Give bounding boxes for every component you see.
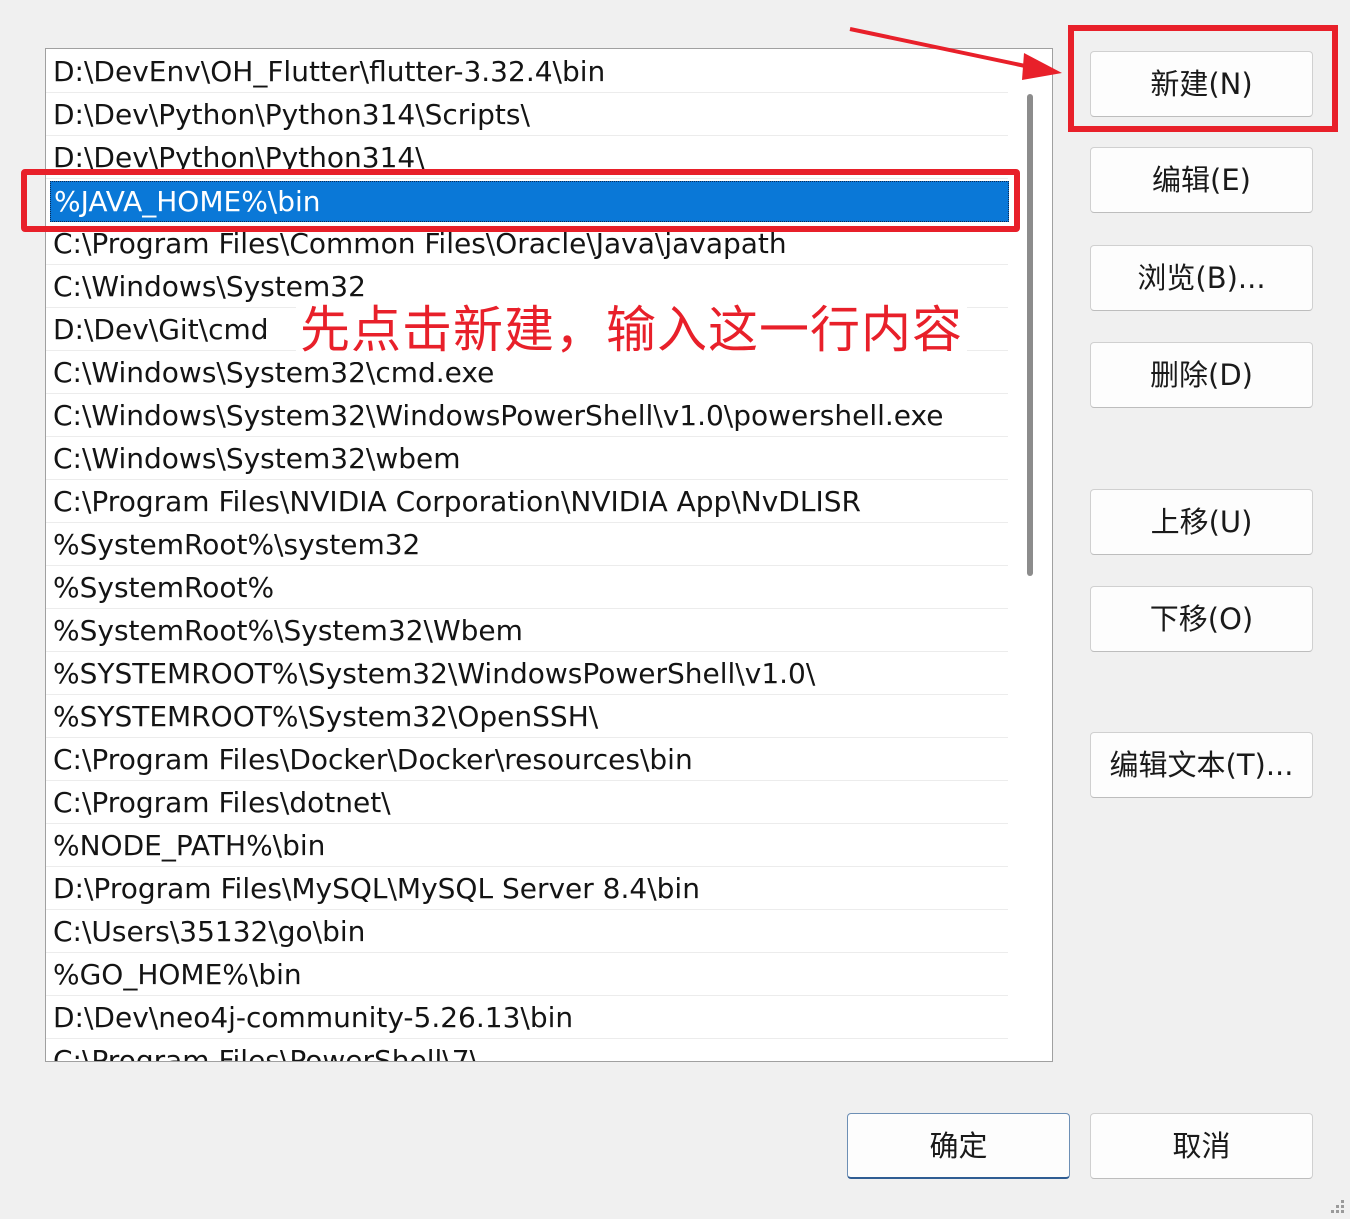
list-item[interactable]: C:\Program Files\NVIDIA Corporation\NVID… [46,480,1008,523]
list-item[interactable]: C:\Windows\System32\WindowsPowerShell\v1… [46,394,1008,437]
list-item-selected[interactable]: %JAVA_HOME%\bin [50,181,1009,222]
list-item[interactable]: %SystemRoot%\system32 [46,523,1008,566]
cancel-button[interactable]: 取消 [1090,1113,1313,1179]
annotation-text: 先点击新建，输入这一行内容 [296,298,967,362]
edit-button[interactable]: 编辑(E) [1090,147,1313,213]
list-item[interactable]: %GO_HOME%\bin [46,953,1008,996]
list-item[interactable]: %SYSTEMROOT%\System32\WindowsPowerShell\… [46,652,1008,695]
edit-text-button[interactable]: 编辑文本(T)... [1090,732,1313,798]
list-item[interactable]: C:\Windows\System32\wbem [46,437,1008,480]
move-up-button[interactable]: 上移(U) [1090,489,1313,555]
list-item[interactable]: D:\Program Files\MySQL\MySQL Server 8.4\… [46,867,1008,910]
list-item[interactable]: C:\Users\35132\go\bin [46,910,1008,953]
move-down-button[interactable]: 下移(O) [1090,586,1313,652]
list-scrollbar-thumb[interactable] [1027,94,1033,576]
list-scrollbar-track[interactable] [1016,49,1052,1061]
list-item[interactable]: %NODE_PATH%\bin [46,824,1008,867]
delete-button[interactable]: 删除(D) [1090,342,1313,408]
list-item[interactable]: D:\Dev\Python\Python314\Scripts\ [46,93,1008,136]
new-button[interactable]: 新建(N) [1090,51,1313,117]
list-item[interactable]: %SystemRoot%\System32\Wbem [46,609,1008,652]
list-item[interactable]: D:\Dev\Python\Python314\ [46,136,1008,179]
path-list[interactable]: D:\DevEnv\OH_Flutter\flutter-3.32.4\bin D… [45,48,1053,1062]
list-item[interactable]: D:\DevEnv\OH_Flutter\flutter-3.32.4\bin [46,50,1008,93]
list-item[interactable]: D:\Dev\neo4j-community-5.26.13\bin [46,996,1008,1039]
path-list-items: D:\DevEnv\OH_Flutter\flutter-3.32.4\bin D… [46,49,1009,1061]
list-item[interactable]: C:\Program Files\Docker\Docker\resources… [46,738,1008,781]
browse-button[interactable]: 浏览(B)... [1090,245,1313,311]
list-item[interactable]: %SystemRoot% [46,566,1008,609]
list-item[interactable]: %SYSTEMROOT%\System32\OpenSSH\ [46,695,1008,738]
list-item[interactable]: C:\Program Files\dotnet\ [46,781,1008,824]
resize-grip-icon[interactable] [1326,1195,1344,1213]
list-item[interactable]: C:\Program Files\PowerShell\7\ [46,1039,1008,1061]
list-item[interactable]: C:\Program Files\Common Files\Oracle\Jav… [46,222,1008,265]
ok-button[interactable]: 确定 [847,1113,1070,1179]
